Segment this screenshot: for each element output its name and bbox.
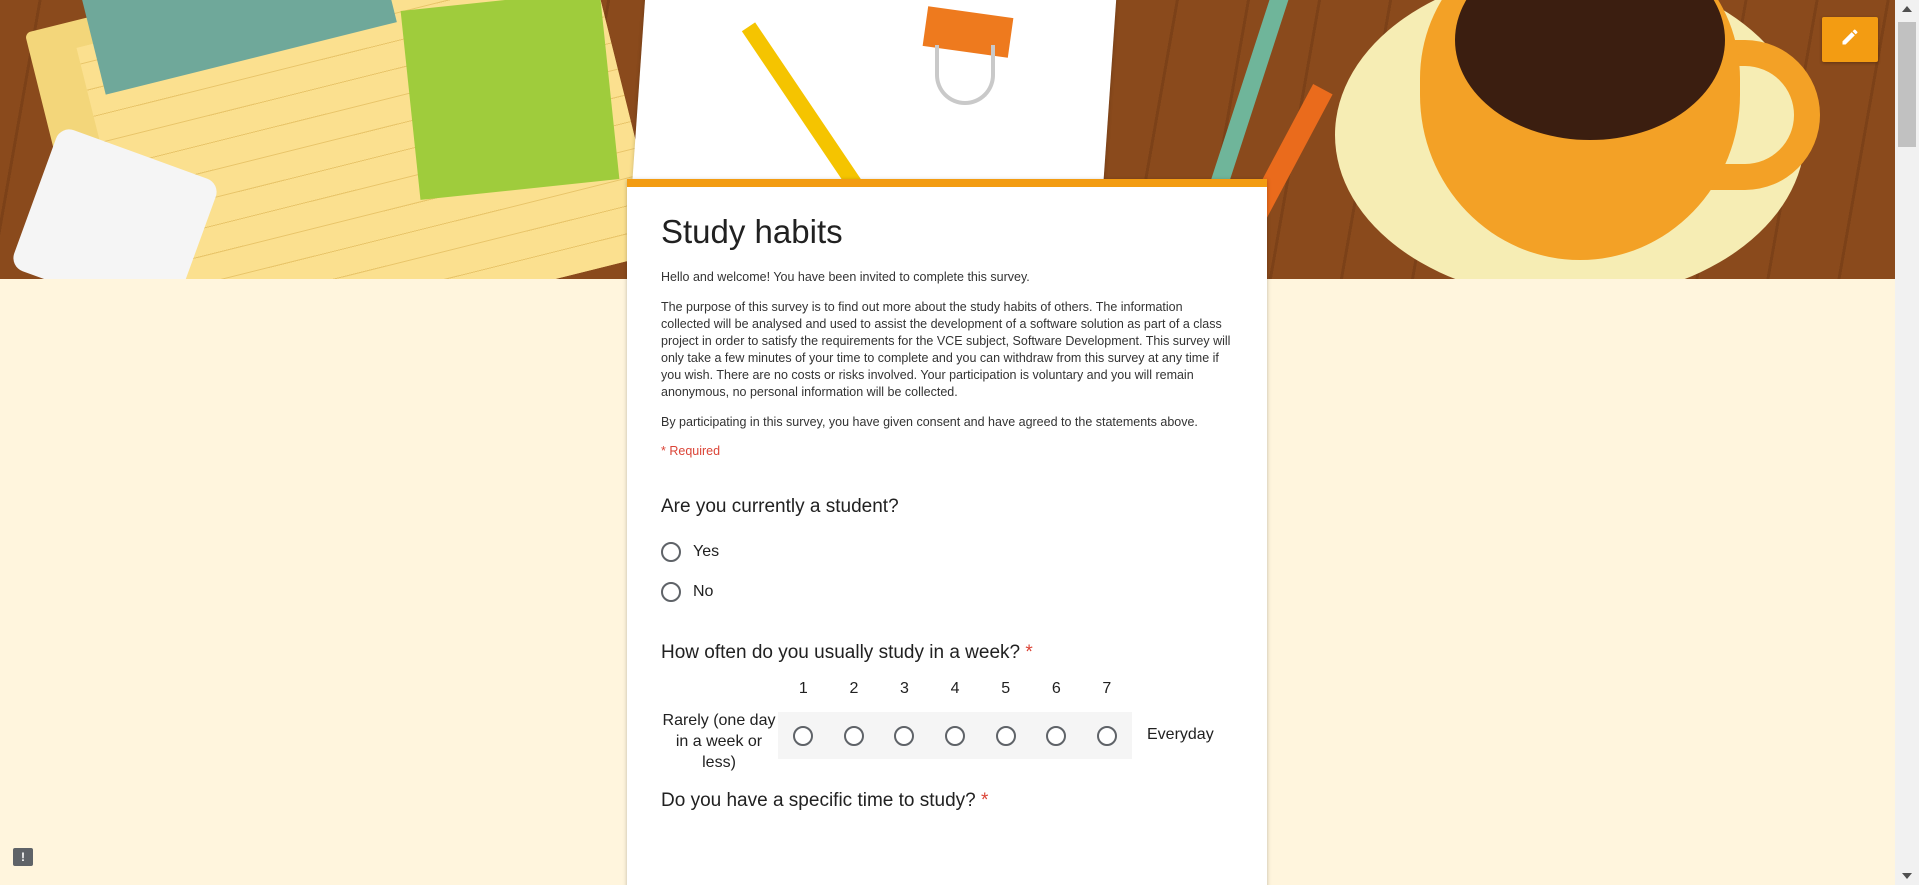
scrollbar-thumb[interactable] (1898, 22, 1916, 147)
question-title: Are you currently a student? (661, 496, 899, 517)
question-title: Do you have a specific time to study? * (661, 790, 1232, 812)
question-title-text: Do you have a specific time to study? (661, 790, 976, 811)
option-no[interactable]: No (661, 572, 1232, 612)
description-paragraph: Hello and welcome! You have been invited… (661, 270, 1030, 284)
scale-radio-2[interactable] (843, 725, 864, 746)
scale-radio-5[interactable] (995, 725, 1016, 746)
radio-button[interactable] (661, 542, 681, 562)
form-description: Hello and welcome! You have been invited… (661, 269, 1232, 431)
pencil-icon (1840, 27, 1860, 52)
edit-form-button[interactable] (1822, 17, 1878, 62)
scale-radio-6[interactable] (1046, 725, 1067, 746)
scrollbar[interactable] (1895, 0, 1919, 885)
scale-track (778, 712, 1132, 759)
required-note: * Required (661, 444, 721, 458)
report-problem-icon[interactable]: ! (13, 848, 33, 866)
option-label: No (693, 583, 714, 600)
required-star: * (981, 790, 989, 811)
scale-number: 2 (849, 680, 859, 697)
form-card: Study habits Hello and welcome! You have… (627, 179, 1267, 885)
scale-number: 5 (1001, 680, 1011, 697)
scroll-down-arrow-icon[interactable] (1895, 867, 1919, 885)
description-paragraph: By participating in this survey, you hav… (661, 415, 1198, 429)
question-study-frequency: How often do you usually study in a week… (661, 642, 1232, 786)
question-specific-time: Do you have a specific time to study? * (661, 790, 1232, 812)
scale-radio-1[interactable] (793, 725, 814, 746)
report-glyph: ! (21, 850, 25, 864)
scale-number: 1 (798, 680, 808, 697)
form-title: Study habits (661, 213, 843, 250)
scale-number: 3 (900, 680, 909, 697)
option-yes[interactable]: Yes (661, 532, 1232, 572)
description-paragraph: The purpose of this survey is to find ou… (661, 300, 1231, 399)
question-title-text: How often do you usually study in a week… (661, 642, 1021, 663)
scale-number: 6 (1051, 680, 1061, 697)
scale-low-label: Rarely (one day in a week or less) (662, 712, 776, 771)
scale-radio-3[interactable] (894, 725, 915, 746)
radio-button[interactable] (661, 582, 681, 602)
required-star: * (1025, 642, 1033, 663)
scale-high-label: Everyday (1147, 726, 1214, 743)
scroll-up-arrow-icon[interactable] (1895, 0, 1919, 18)
scale-radio-4[interactable] (945, 725, 966, 746)
question-student: Are you currently a student? Yes No (661, 496, 1232, 612)
scale-radio-7[interactable] (1096, 725, 1117, 746)
question-title: How often do you usually study in a week… (661, 642, 1232, 664)
linear-scale: 1 2 3 4 5 6 7 Rarely (one day in a week … (661, 676, 1232, 786)
scale-number: 4 (950, 680, 960, 697)
option-label: Yes (693, 543, 720, 560)
scale-number: 7 (1102, 680, 1112, 697)
